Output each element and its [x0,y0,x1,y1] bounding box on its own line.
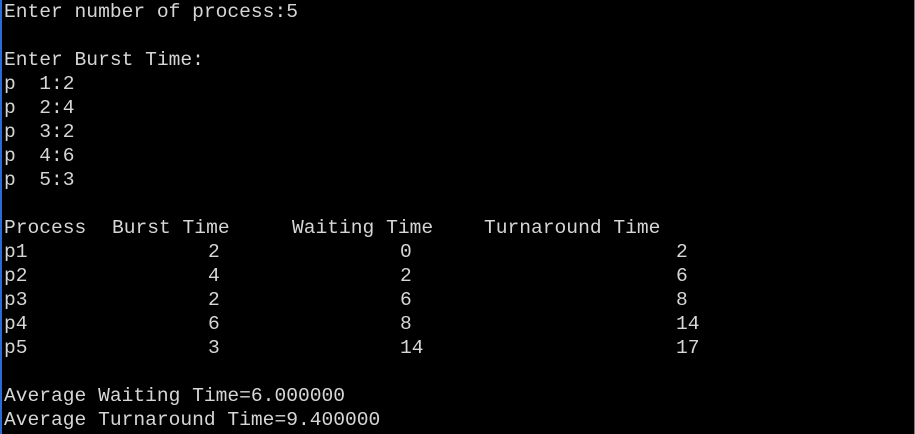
burst-input-line: p 4:6 [4,145,75,167]
column-header-turnaround-time: Turnaround Time [484,217,661,239]
table-cell-turnaround: 14 [676,313,700,335]
console-window[interactable]: Enter number of process:5 Enter Burst Ti… [0,0,915,434]
average-waiting-time: Average Waiting Time=6.000000 [4,385,345,407]
table-cell-process: p5 [4,337,28,359]
table-cell-burst: 3 [208,337,220,359]
table-cell-process: p2 [4,265,28,287]
table-cell-waiting: 8 [400,313,412,335]
column-header-process: Process [4,217,87,239]
column-header-burst-time: Burst Time [112,217,230,239]
table-cell-burst: 6 [208,313,220,335]
table-cell-waiting: 0 [400,241,412,263]
table-cell-burst: 2 [208,289,220,311]
burst-input-line: p 3:2 [4,121,75,143]
burst-input-line: p 5:3 [4,169,75,191]
table-cell-waiting: 6 [400,289,412,311]
table-cell-turnaround: 8 [676,289,688,311]
table-cell-turnaround: 17 [676,337,700,359]
table-cell-turnaround: 6 [676,265,688,287]
table-cell-burst: 4 [208,265,220,287]
table-cell-burst: 2 [208,241,220,263]
burst-time-prompt: Enter Burst Time: [4,49,204,71]
table-cell-turnaround: 2 [676,241,688,263]
column-header-waiting-time: Waiting Time [292,217,434,239]
process-count-prompt: Enter number of process:5 [4,1,298,23]
table-cell-waiting: 2 [400,265,412,287]
table-cell-process: p3 [4,289,28,311]
burst-input-line: p 1:2 [4,73,75,95]
table-cell-process: p4 [4,313,28,335]
table-cell-process: p1 [4,241,28,263]
average-turnaround-time: Average Turnaround Time=9.400000 [4,409,381,431]
burst-input-line: p 2:4 [4,97,75,119]
table-cell-waiting: 14 [400,337,424,359]
